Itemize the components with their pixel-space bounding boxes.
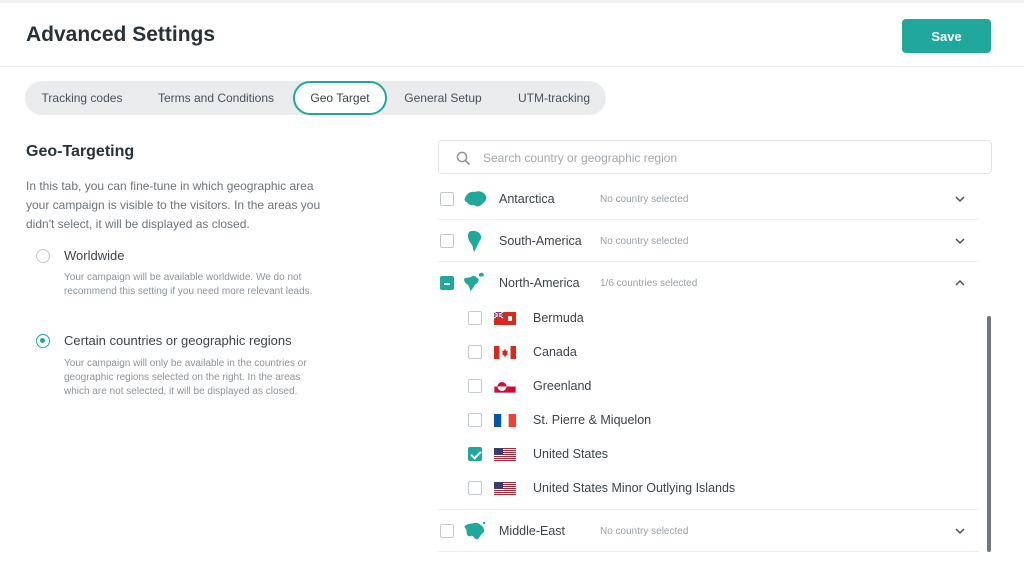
tab-geo-target[interactable]: Geo Target [293,81,387,115]
country-name-united-states: United States [533,447,609,461]
region-row-antarctica[interactable]: Antarctica No country selected [438,178,979,220]
country-checkbox-us-minor-islands[interactable] [468,481,482,495]
certain-regions-radio[interactable] [36,334,50,348]
worldwide-radio[interactable] [36,249,50,263]
region-name-middle-east: Middle-East [499,524,565,538]
certain-regions-description: Your campaign will only be available in … [64,358,307,397]
country-checkbox-canada[interactable] [468,345,482,359]
search-box [438,140,992,174]
section-title: Geo-Targeting [26,143,135,160]
search-icon [456,151,470,165]
country-name-us-minor-islands: United States Minor Outlying Islands [533,481,736,495]
country-checkbox-bermuda[interactable] [468,311,482,325]
country-row-united-states[interactable]: United States [438,437,979,471]
page-title: Advanced Settings [26,23,216,46]
region-checkbox-south-america[interactable] [440,234,454,248]
country-row-canada[interactable]: Canada [438,335,979,369]
country-row-us-minor-islands[interactable]: United States Minor Outlying Islands [438,471,979,505]
country-name-st-pierre-miquelon: St. Pierre & Miquelon [533,413,652,427]
country-row-greenland[interactable]: Greenland [438,369,979,403]
region-status-middle-east: No country selected [600,526,689,537]
country-name-bermuda: Bermuda [533,311,584,325]
certain-regions-radio-label[interactable]: Certain countries or geographic regions [64,333,292,348]
section-description: In this tab, you can fine-tune in which … [26,179,321,231]
region-row-south-america[interactable]: South-America No country selected [438,220,979,262]
chevron-down-icon[interactable] [953,234,967,248]
tab-utm-tracking[interactable]: UTM-tracking [499,81,609,115]
worldwide-radio-label[interactable]: Worldwide [64,248,124,263]
country-name-canada: Canada [533,345,577,359]
bermuda-flag-icon [494,312,516,325]
save-button[interactable]: Save [902,19,991,53]
region-name-north-america: North-America [499,276,580,290]
region-checkbox-north-america[interactable] [440,276,454,290]
country-row-bermuda[interactable]: Bermuda [438,301,979,335]
country-checkbox-greenland[interactable] [468,379,482,393]
us-minor-islands-flag-icon [494,482,516,495]
chevron-down-icon[interactable] [953,524,967,538]
region-name-south-america: South-America [499,234,582,248]
south-america-map-icon [468,230,482,252]
region-checkbox-antarctica[interactable] [440,192,454,206]
chevron-down-icon[interactable] [953,192,967,206]
country-checkbox-united-states[interactable] [468,447,482,461]
worldwide-description: Your campaign will be available worldwid… [64,272,313,297]
country-checkbox-st-pierre-miquelon[interactable] [468,413,482,427]
canada-flag-icon [494,346,516,359]
region-row-north-america[interactable]: North-America 1/6 countries selected [438,262,979,304]
list-scrollbar[interactable] [987,316,991,552]
region-status-north-america: 1/6 countries selected [600,278,698,289]
middle-east-map-icon [464,521,486,540]
country-row-st-pierre-miquelon[interactable]: St. Pierre & Miquelon [438,403,979,437]
tab-terms-and-conditions[interactable]: Terms and Conditions [141,81,291,115]
country-name-greenland: Greenland [533,379,592,393]
antarctica-map-icon [464,191,487,207]
region-row-middle-east[interactable]: Middle-East No country selected [438,510,979,552]
region-list: Antarctica No country selected South-Ame… [438,178,992,584]
tab-general-setup[interactable]: General Setup [391,81,495,115]
page-header: Advanced Settings Save [0,3,1024,67]
region-name-antarctica: Antarctica [499,192,555,206]
region-checkbox-middle-east[interactable] [440,524,454,538]
search-input[interactable] [483,148,973,168]
region-status-south-america: No country selected [600,236,689,247]
greenland-flag-icon [494,380,516,393]
settings-tabs: Tracking codes Terms and Conditions Geo … [25,81,606,115]
us-flag-icon [494,448,516,461]
north-america-map-icon [464,272,484,291]
tab-tracking-codes[interactable]: Tracking codes [25,81,139,115]
st-pierre-miquelon-flag-icon [494,414,516,427]
chevron-up-icon[interactable] [953,276,967,290]
region-status-antarctica: No country selected [600,194,689,205]
